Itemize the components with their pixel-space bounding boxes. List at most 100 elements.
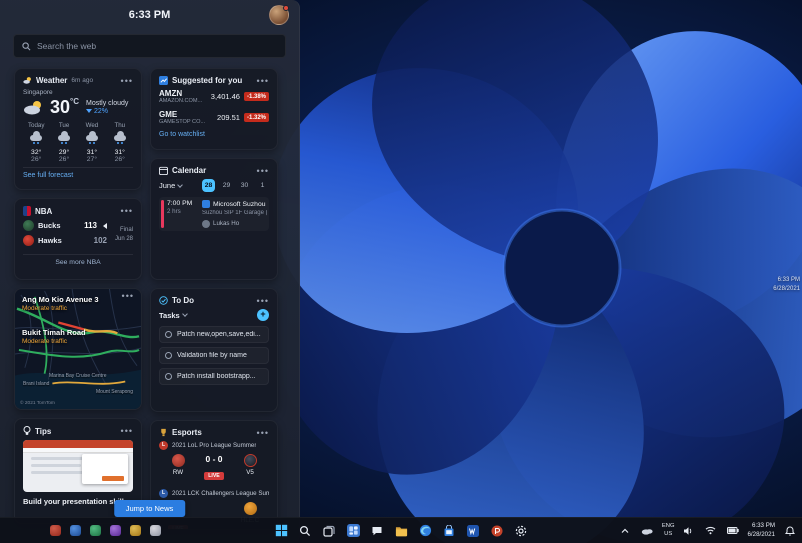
stock-row[interactable]: GME GAMESTOP CO... 209.51 -1.32%: [159, 110, 269, 125]
search-button[interactable]: [298, 523, 313, 538]
weather-location: Singapore: [23, 89, 53, 96]
tips-menu-icon[interactable]: [121, 429, 133, 433]
todo-list-name[interactable]: Tasks: [159, 311, 180, 320]
weather-updated: 6m ago: [71, 77, 94, 84]
task-complete-radio[interactable]: [165, 331, 172, 338]
calendar-event[interactable]: 7:00 PM 2 hrs Microsoft Suzhou Toa... Su…: [159, 197, 269, 231]
league-logo-icon: [159, 489, 168, 498]
stock-symbol: AMZN: [159, 89, 183, 98]
cloud-sun-icon: [24, 100, 41, 114]
open-app-icon[interactable]: [110, 525, 121, 536]
nba-menu-icon[interactable]: [121, 209, 133, 213]
task-complete-radio[interactable]: [165, 373, 172, 380]
calendar-day[interactable]: 1: [256, 179, 269, 192]
onedrive-icon[interactable]: [640, 523, 655, 538]
wifi-icon[interactable]: [703, 523, 718, 538]
volume-icon[interactable]: [681, 523, 696, 538]
match-score: 0 - 0: [205, 454, 223, 464]
calendar-day-selected[interactable]: 28: [202, 179, 215, 192]
forecast-day: Today 32° 26°: [27, 122, 45, 163]
bucks-logo-icon: [23, 220, 34, 231]
web-search-bar[interactable]: [13, 34, 286, 58]
store-button[interactable]: [442, 523, 457, 538]
powerpoint-app-button[interactable]: [490, 523, 505, 538]
map-label: Brani Island: [23, 381, 50, 387]
calendar-menu-icon[interactable]: [257, 169, 269, 173]
weather-icon: [23, 77, 31, 84]
task-item[interactable]: Patch new,open,save,edi...: [159, 326, 269, 343]
open-app-icon[interactable]: [50, 525, 61, 536]
road-status: Moderate traffic: [22, 305, 68, 312]
weather-widget[interactable]: Weather 6m ago Singapore 30°C Mostly clo…: [14, 68, 142, 190]
esports-match[interactable]: RW 0 - 0 LIVE V5: [159, 453, 269, 486]
tips-title: Tips: [35, 426, 52, 436]
esports-title: Esports: [172, 428, 202, 437]
trophy-icon: [161, 428, 166, 437]
open-app-icon[interactable]: [90, 525, 101, 536]
start-button[interactable]: [274, 523, 289, 538]
stocks-widget[interactable]: Suggested for you AMZN AMAZON.COM... 3,4…: [150, 68, 278, 150]
language-indicator[interactable]: ENG US: [662, 523, 675, 537]
weather-condition: Mostly cloudy: [86, 99, 129, 107]
notification-center-icon[interactable]: [782, 523, 797, 538]
traffic-menu-icon[interactable]: [122, 294, 134, 298]
nba-team-row: Hawks 102: [23, 235, 107, 246]
chevron-down-icon: [177, 181, 184, 188]
todo-title: To Do: [172, 296, 195, 305]
see-more-nba-link[interactable]: See more NBA: [23, 259, 133, 266]
battery-icon[interactable]: [725, 523, 740, 538]
attendee-avatar: [202, 219, 210, 228]
todo-menu-icon[interactable]: [257, 299, 269, 303]
calendar-month[interactable]: June: [159, 181, 175, 190]
open-app-icon[interactable]: [150, 525, 161, 536]
stocks-menu-icon[interactable]: [257, 79, 269, 83]
task-view-button[interactable]: [322, 523, 337, 538]
weather-precip: 22%: [94, 107, 109, 115]
calendar-day[interactable]: 30: [238, 179, 251, 192]
todo-check-icon: [159, 296, 168, 305]
traffic-widget[interactable]: Ang Mo Kio Avenue 3 Moderate traffic Buk…: [14, 288, 142, 410]
file-explorer-button[interactable]: [394, 523, 409, 538]
event-title: Microsoft Suzhou Toa...: [213, 200, 267, 208]
user-avatar[interactable]: [269, 5, 289, 25]
road-status: Moderate traffic: [22, 338, 68, 345]
todo-widget[interactable]: To Do Tasks + Patch new,open,save,edi...…: [150, 288, 278, 412]
open-app-icon[interactable]: [130, 525, 141, 536]
calendar-day[interactable]: 29: [220, 179, 233, 192]
esports-menu-icon[interactable]: [257, 431, 269, 435]
task-item[interactable]: Validation file by name: [159, 347, 269, 364]
tips-preview-image: [23, 440, 133, 492]
stock-price: 3,401.46: [210, 92, 240, 101]
stock-row[interactable]: AMZN AMAZON.COM... 3,401.46 -1.38%: [159, 89, 269, 104]
calendar-widget[interactable]: Calendar June 28 29 30 1 7:0: [150, 158, 278, 280]
add-task-button[interactable]: +: [257, 309, 269, 321]
widgets-panel: 6:33 PM Weather 6m ago: [0, 0, 300, 543]
task-item[interactable]: Patch install bootstrapp...: [159, 368, 269, 385]
chat-button[interactable]: [370, 523, 385, 538]
forecast-day: Wed 31° 27°: [85, 122, 99, 163]
word-app-button[interactable]: [466, 523, 481, 538]
team-name: V5: [246, 469, 254, 476]
league-row: 2021 LCK Challengers League Summer: [159, 489, 269, 498]
tray-chevron-up-icon[interactable]: [618, 523, 633, 538]
weather-menu-icon[interactable]: [121, 79, 133, 83]
settings-button[interactable]: [514, 523, 529, 538]
forecast-day: Thu 31° 26°: [113, 122, 126, 163]
event-color-bar: [161, 200, 164, 228]
weather-forecast: Today 32° 26° Tue 29° 26° Wed 31° 27° Th…: [23, 122, 133, 163]
nba-widget[interactable]: NBA Bucks 113 Hawks: [14, 198, 142, 280]
widgets-button[interactable]: [346, 523, 361, 538]
go-to-watchlist-link[interactable]: Go to watchlist: [159, 131, 269, 138]
league-name: 2021 LoL Pro League Summer: [172, 442, 257, 449]
task-complete-radio[interactable]: [165, 352, 172, 359]
see-full-forecast-link[interactable]: See full forecast: [23, 172, 133, 179]
edge-browser-button[interactable]: [418, 523, 433, 538]
widgets-column-right: Suggested for you AMZN AMAZON.COM... 3,4…: [150, 68, 278, 538]
panel-clock: 6:33 PM: [128, 9, 171, 21]
calendar-title: Calendar: [172, 166, 207, 175]
open-app-icon[interactable]: [70, 525, 81, 536]
taskbar-clock[interactable]: 6:33 PM 6/28/2021: [747, 522, 775, 539]
jump-to-news-button[interactable]: Jump to News: [113, 500, 186, 517]
nba-team-row: Bucks 113: [23, 220, 107, 231]
search-input[interactable]: [37, 41, 277, 51]
